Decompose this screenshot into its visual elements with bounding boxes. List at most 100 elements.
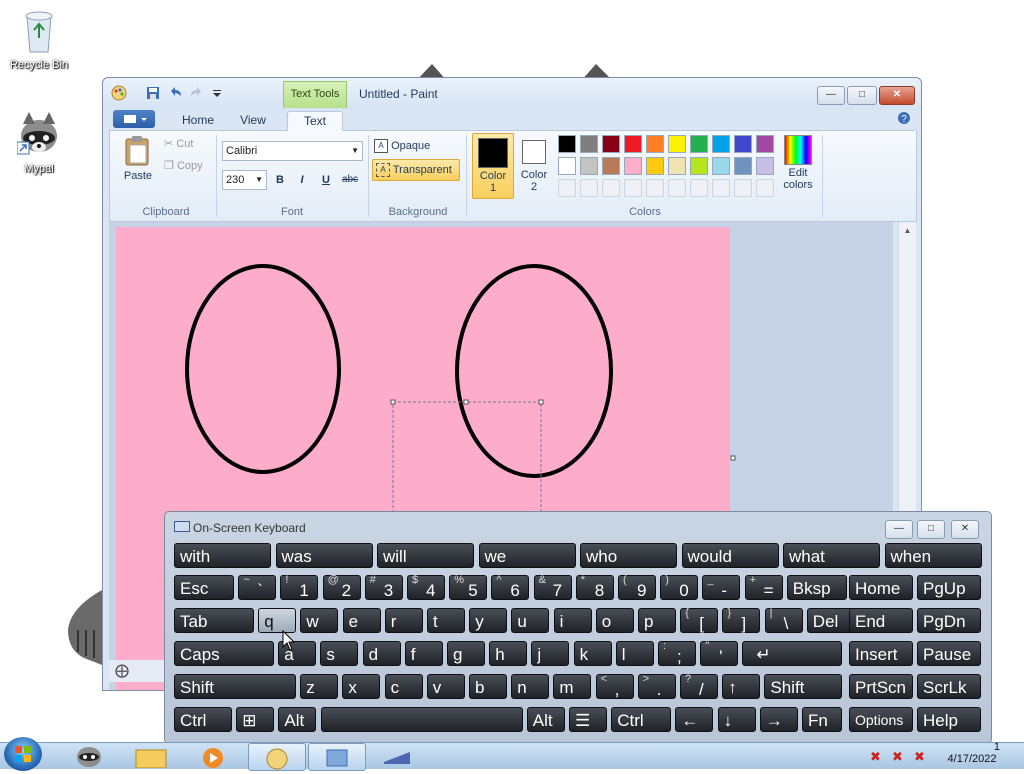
undo-icon[interactable] <box>167 85 183 101</box>
key-x[interactable]: x <box>342 674 381 699</box>
key-l[interactable]: l <box>615 641 654 666</box>
key-n[interactable]: n <box>511 674 550 699</box>
color-swatch[interactable] <box>602 157 620 175</box>
start-button[interactable] <box>4 737 42 771</box>
key-alt-right[interactable]: Alt <box>526 707 565 732</box>
key-'[interactable]: " ' <box>700 640 739 666</box>
tab-view[interactable]: View <box>227 111 279 129</box>
paste-button[interactable]: Paste <box>118 135 158 187</box>
key-pgup[interactable]: PgUp <box>917 575 981 600</box>
key-,[interactable]: <, <box>595 673 634 699</box>
maximize-button[interactable]: □ <box>847 86 877 105</box>
key-up-arrow[interactable]: ↑ <box>722 674 761 699</box>
key-e[interactable]: e <box>342 608 381 633</box>
key-scrlk[interactable]: ScrLk <box>917 674 981 699</box>
key--[interactable]: _ - <box>702 574 741 600</box>
key-u[interactable]: u <box>511 608 550 633</box>
key-8[interactable]: * 8 <box>575 574 614 600</box>
key-`[interactable]: ~ ` <box>238 574 277 600</box>
color-swatch[interactable] <box>624 135 642 153</box>
key-i[interactable]: i <box>553 608 592 633</box>
color-swatch[interactable] <box>712 135 730 153</box>
taskbar-mypal[interactable] <box>64 744 114 768</box>
color-swatch[interactable] <box>624 157 642 175</box>
paint-menu-button[interactable] <box>113 110 155 128</box>
color-swatch[interactable] <box>690 179 708 197</box>
prediction-who[interactable]: who <box>580 543 677 568</box>
network-error-icon[interactable]: ✖ <box>870 749 881 765</box>
key-[[interactable]: {[ <box>680 607 719 633</box>
color-swatch[interactable] <box>602 179 620 197</box>
key-s[interactable]: s <box>320 641 359 666</box>
customize-qat-icon[interactable] <box>209 85 225 101</box>
color-swatch[interactable] <box>558 179 576 197</box>
key-\[interactable]: | \ <box>764 607 803 633</box>
help-icon[interactable]: ? <box>897 111 911 125</box>
color-swatch[interactable] <box>646 157 664 175</box>
opaque-button[interactable]: A Opaque <box>374 137 430 155</box>
color-swatch[interactable] <box>558 135 576 153</box>
scroll-up-icon[interactable]: ▲ <box>899 226 916 235</box>
color-swatch[interactable] <box>646 179 664 197</box>
key-home[interactable]: Home <box>849 575 913 600</box>
key-t[interactable]: t <box>427 608 465 633</box>
key-bksp[interactable]: Bksp <box>786 575 847 600</box>
key-f[interactable]: f <box>404 641 443 666</box>
osk-close-button[interactable]: ✕ <box>951 520 979 539</box>
key-c[interactable]: c <box>384 674 423 699</box>
key-pgdn[interactable]: PgDn <box>917 608 981 633</box>
transparent-button[interactable]: A Transparent <box>372 159 460 181</box>
volume-error-icon[interactable]: ✖ <box>892 749 903 765</box>
color-swatch[interactable] <box>756 157 774 175</box>
cut-button[interactable]: ✂ Cut <box>164 137 193 150</box>
key-fn[interactable]: Fn <box>802 707 842 732</box>
key-m[interactable]: m <box>553 674 592 699</box>
key-help[interactable]: Help <box>917 707 981 732</box>
key-k[interactable]: k <box>573 641 612 666</box>
key-;[interactable]: :; <box>658 640 696 666</box>
prediction-what[interactable]: what <box>783 543 880 568</box>
close-button[interactable]: ✕ <box>879 86 915 105</box>
key-y[interactable]: y <box>469 608 508 633</box>
key-left-arrow[interactable]: ← <box>675 707 714 732</box>
key-b[interactable]: b <box>469 674 507 699</box>
key-.[interactable]: >. <box>637 673 676 699</box>
action-center-error-icon[interactable]: ✖ <box>914 749 925 765</box>
color-swatch[interactable] <box>624 179 642 197</box>
key-1[interactable]: ! 1 <box>280 574 319 600</box>
prediction-would[interactable]: would <box>681 543 779 568</box>
taskbar-paint[interactable] <box>248 743 306 771</box>
key-g[interactable]: g <box>447 641 485 666</box>
key-7[interactable]: & 7 <box>533 574 572 600</box>
bold-button[interactable]: B <box>271 171 289 189</box>
color-swatch[interactable] <box>756 135 774 153</box>
paint-app-icon[interactable] <box>111 85 127 101</box>
key-=[interactable]: + = <box>744 574 783 600</box>
prediction-we[interactable]: we <box>478 543 576 568</box>
desktop-icon-mypal[interactable]: Mypal <box>4 110 74 175</box>
font-size-dropdown[interactable]: 230 ▼ <box>222 170 267 190</box>
key-][interactable]: }] <box>722 607 761 633</box>
paint-title-bar[interactable]: Text Tools Untitled - Paint — □ ✕ <box>103 78 921 110</box>
color-swatch[interactable] <box>580 135 598 153</box>
key-6[interactable]: ^ 6 <box>491 574 530 600</box>
key-2[interactable]: @2 <box>322 574 361 600</box>
edit-colors-button[interactable]: Edit colors <box>778 135 818 199</box>
key-o[interactable]: o <box>595 608 634 633</box>
tab-text[interactable]: Text <box>287 111 343 131</box>
color-swatch[interactable] <box>668 179 686 197</box>
key-caps[interactable]: Caps <box>174 641 274 666</box>
desktop-icon-recycle-bin[interactable]: Recycle Bin <box>4 6 74 71</box>
key-right-arrow[interactable]: → <box>759 707 798 732</box>
color-swatch[interactable] <box>734 179 752 197</box>
color-swatch[interactable] <box>734 135 752 153</box>
key-tab[interactable]: Tab <box>174 608 254 633</box>
color2-button[interactable]: Color 2 <box>516 133 552 197</box>
color-swatch[interactable] <box>690 157 708 175</box>
color-swatch[interactable] <box>580 157 598 175</box>
color1-button[interactable]: Color 1 <box>472 133 514 199</box>
key-shift[interactable]: Shift <box>174 674 296 699</box>
key-w[interactable]: w <box>300 608 339 633</box>
color-swatch[interactable] <box>580 179 598 197</box>
font-family-dropdown[interactable]: Calibri ▼ <box>222 141 363 161</box>
